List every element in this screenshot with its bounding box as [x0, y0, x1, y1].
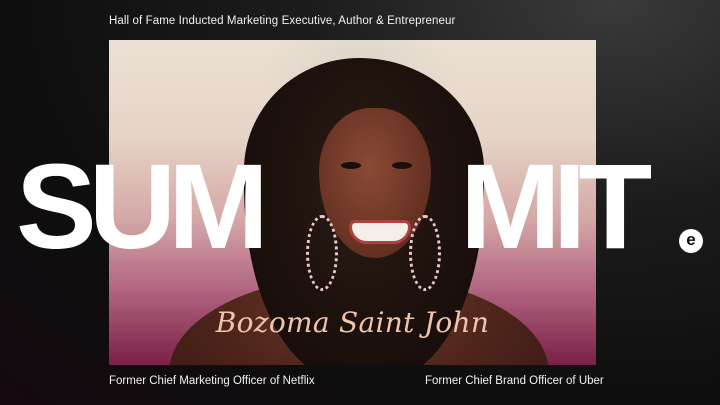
speaker-left-eye: [341, 162, 361, 169]
summit-word-left: SUM: [16, 138, 269, 274]
hoop-earring-right: [409, 215, 441, 291]
speaker-name: Bozoma Saint John: [215, 306, 490, 339]
role-uber: Former Chief Brand Officer of Uber: [425, 375, 604, 387]
role-netflix: Former Chief Marketing Officer of Netfli…: [109, 375, 315, 387]
tagline: Hall of Fame Inducted Marketing Executiv…: [109, 15, 456, 27]
speaker-smile: [349, 220, 411, 244]
brand-logo-icon: e: [679, 229, 703, 253]
hoop-earring-left: [306, 215, 338, 291]
speaker-right-eye: [392, 162, 412, 169]
summit-word-right: MIT: [460, 138, 652, 274]
